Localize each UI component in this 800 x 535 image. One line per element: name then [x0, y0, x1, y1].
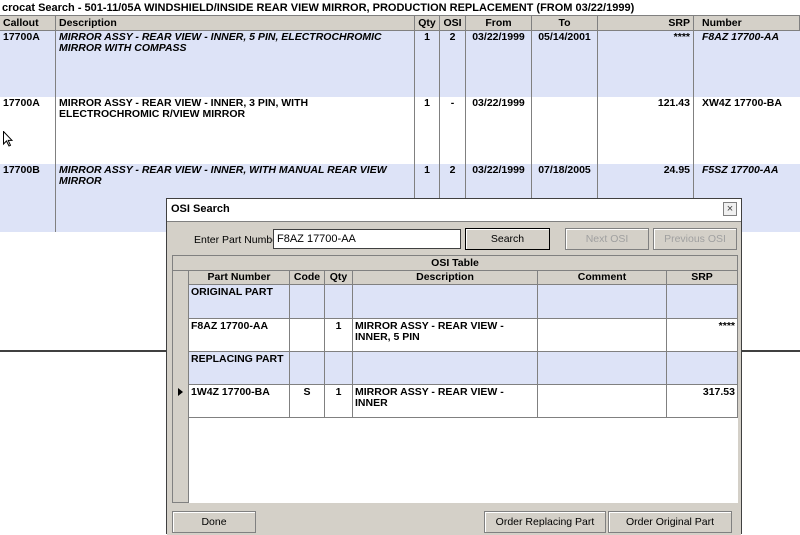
cell-to: [532, 97, 598, 164]
cell-srp: 317.53: [667, 385, 738, 418]
search-button[interactable]: Search: [465, 228, 550, 250]
next-osi-button[interactable]: Next OSI: [565, 228, 649, 250]
cell-code: S: [290, 385, 325, 418]
cell-part-number: 1W4Z 17700-BA: [189, 385, 290, 418]
cell-number: F8AZ 17700-AA: [702, 31, 780, 43]
close-icon[interactable]: ×: [723, 202, 737, 216]
col-header-srp[interactable]: SRP: [667, 271, 738, 285]
cell-part-number: REPLACING PART: [189, 352, 290, 385]
cell-part-number: F8AZ 17700-AA: [189, 319, 290, 352]
part-number-input[interactable]: [273, 229, 461, 249]
col-header-qty[interactable]: Qty: [325, 271, 353, 285]
order-replacing-part-button[interactable]: Order Replacing Part: [484, 511, 606, 533]
cell-description: MIRROR ASSY - REAR VIEW - INNER, 5 PIN: [353, 319, 538, 352]
col-header-srp[interactable]: SRP: [598, 16, 694, 31]
col-header-comment[interactable]: Comment: [538, 271, 667, 285]
cell-description: [353, 285, 538, 319]
done-button[interactable]: Done: [172, 511, 256, 533]
cell-qty: 1: [325, 385, 353, 418]
cell-callout: 17700B: [0, 164, 56, 232]
dialog-footer: Done Order Replacing Part Order Original…: [167, 507, 741, 535]
window-title: crocat Search - 501-11/05A WINDSHIELD/IN…: [0, 0, 800, 16]
mouse-cursor-icon: [3, 131, 13, 147]
col-header-to[interactable]: To: [532, 16, 598, 31]
cell-description: [353, 352, 538, 385]
cell-part-number: ORIGINAL PART: [189, 285, 290, 319]
col-header-from[interactable]: From: [466, 16, 532, 31]
cell-from: 03/22/1999: [466, 31, 532, 97]
dialog-title-bar[interactable]: OSI Search ×: [167, 199, 741, 222]
cell-code: [290, 352, 325, 385]
order-original-part-button[interactable]: Order Original Part: [608, 511, 732, 533]
cell-comment: [538, 319, 667, 352]
cell-code: [290, 319, 325, 352]
cell-srp: 121.43: [598, 97, 694, 164]
cell-qty: 1: [415, 97, 440, 164]
cell-to: 05/14/2001: [532, 31, 598, 97]
col-header-qty[interactable]: Qty: [415, 16, 440, 31]
col-header-callout[interactable]: Callout: [0, 16, 56, 31]
cell-number: XW4Z 17700-BA: [702, 97, 782, 109]
osi-table: OSI Table Part Number Code Qty Descripti…: [172, 255, 738, 503]
cell-description: MIRROR ASSY - REAR VIEW - INNER: [353, 385, 538, 418]
col-header-code[interactable]: Code: [290, 271, 325, 285]
col-header-osi[interactable]: OSI: [440, 16, 466, 31]
cell-qty: 1: [325, 319, 353, 352]
osi-row-original-heading[interactable]: ORIGINAL PART: [189, 285, 738, 319]
cell-comment: [538, 385, 667, 418]
previous-osi-button[interactable]: Previous OSI: [653, 228, 737, 250]
cell-srp: [667, 352, 738, 385]
cell-srp: [667, 285, 738, 319]
dialog-title: OSI Search: [171, 203, 230, 215]
cell-callout: 17700A: [0, 31, 56, 97]
osi-search-dialog: OSI Search × Enter Part Number: Search N…: [166, 198, 742, 535]
osi-row[interactable]: F8AZ 17700-AA 1 MIRROR ASSY - REAR VIEW …: [189, 319, 738, 352]
cell-srp: ****: [667, 319, 738, 352]
part-number-label: Enter Part Number:: [194, 234, 285, 246]
osi-row-selected[interactable]: 1W4Z 17700-BA S 1 MIRROR ASSY - REAR VIE…: [189, 385, 738, 418]
cell-osi: 2: [440, 31, 466, 97]
cell-description: MIRROR ASSY - REAR VIEW - INNER, 5 PIN, …: [56, 31, 415, 97]
cell-osi: -: [440, 97, 466, 164]
cell-srp: ****: [598, 31, 694, 97]
cell-from: 03/22/1999: [466, 97, 532, 164]
grid-row[interactable]: 17700A MIRROR ASSY - REAR VIEW - INNER, …: [0, 97, 800, 164]
osi-table-empty-area: [189, 418, 738, 503]
current-row-indicator-icon: [178, 388, 183, 396]
grid-row[interactable]: 17700A MIRROR ASSY - REAR VIEW - INNER, …: [0, 31, 800, 97]
cell-code: [290, 285, 325, 319]
cell-qty: [325, 352, 353, 385]
col-header-description[interactable]: Description: [353, 271, 538, 285]
col-header-part-number[interactable]: Part Number: [189, 271, 290, 285]
cell-qty: [325, 285, 353, 319]
col-header-number[interactable]: Number: [694, 16, 800, 31]
cell-qty: 1: [415, 31, 440, 97]
row-selector-column[interactable]: [173, 271, 189, 502]
col-header-description[interactable]: Description: [56, 16, 415, 31]
cell-description: MIRROR ASSY - REAR VIEW - INNER, 3 PIN, …: [56, 97, 415, 164]
cell-comment: [538, 285, 667, 319]
osi-row-replacing-heading[interactable]: REPLACING PART: [189, 352, 738, 385]
cell-comment: [538, 352, 667, 385]
osi-table-caption: OSI Table: [173, 256, 737, 271]
